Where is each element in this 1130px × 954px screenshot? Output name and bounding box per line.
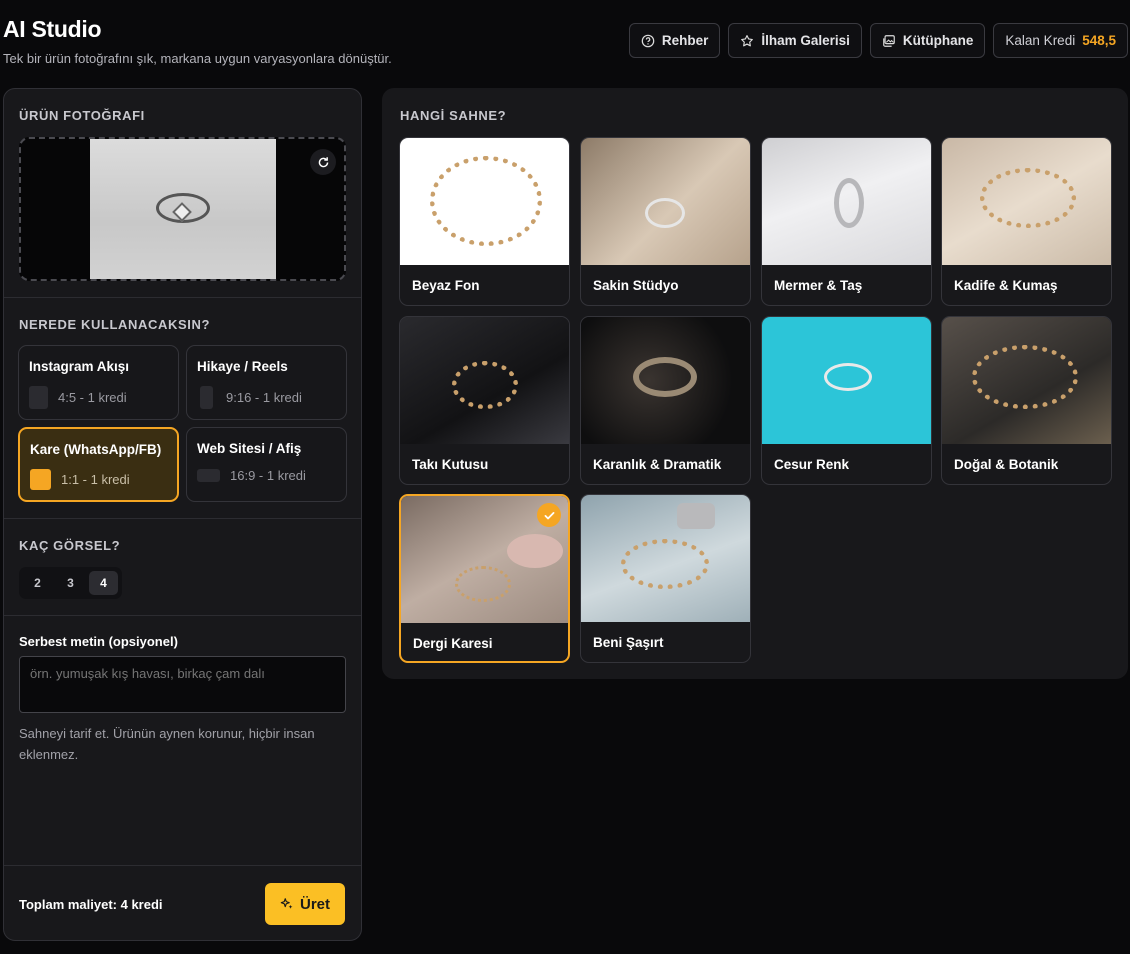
usage-option-meta: 4:5 - 1 kredi bbox=[58, 390, 127, 405]
scene-panel: HANGİ SAHNE? Beyaz Fon Sakin Stüdyo Merm… bbox=[382, 88, 1128, 679]
count-option-4[interactable]: 4 bbox=[89, 571, 118, 595]
scene-card-dark-dramatic[interactable]: Karanlık & Dramatik bbox=[580, 316, 751, 485]
usage-option-website[interactable]: Web Sitesi / Afiş 16:9 - 1 kredi bbox=[186, 427, 347, 502]
total-cost: Toplam maliyet: 4 kredi bbox=[19, 897, 163, 912]
scene-thumbnail bbox=[400, 317, 569, 444]
inspiration-gallery-button[interactable]: İlham Galerisi bbox=[728, 23, 862, 58]
guide-label: Rehber bbox=[661, 33, 709, 48]
photo-section: ÜRÜN FOTOĞRAFI bbox=[4, 89, 361, 298]
generate-button[interactable]: Üret bbox=[265, 883, 345, 925]
ratio-icon bbox=[30, 469, 51, 490]
selected-check-icon bbox=[537, 503, 561, 527]
scene-thumbnail bbox=[581, 317, 750, 444]
images-icon bbox=[883, 34, 895, 47]
ratio-icon bbox=[29, 386, 48, 409]
page-subtitle: Tek bir ürün fotoğrafını şık, markana uy… bbox=[3, 51, 392, 66]
usage-option-story[interactable]: Hikaye / Reels 9:16 - 1 kredi bbox=[186, 345, 347, 420]
generate-label: Üret bbox=[299, 895, 330, 913]
usage-option-name: Instagram Akışı bbox=[29, 359, 130, 374]
image-count-selector: 2 3 4 bbox=[19, 567, 122, 599]
scene-thumbnail bbox=[400, 138, 569, 265]
scene-card-surprise-me[interactable]: Beni Şaşırt bbox=[580, 494, 751, 663]
usage-option-meta: 9:16 - 1 kredi bbox=[226, 390, 302, 405]
ratio-icon bbox=[200, 386, 213, 409]
scene-name: Sakin Stüdyo bbox=[593, 278, 679, 293]
settings-panel: ÜRÜN FOTOĞRAFI NEREDE KULLANACAKSIN? Ins… bbox=[3, 88, 362, 941]
replace-photo-button[interactable] bbox=[310, 149, 336, 175]
scene-name: Karanlık & Dramatik bbox=[593, 457, 722, 472]
scene-thumbnail bbox=[762, 317, 931, 444]
help-circle-icon bbox=[641, 34, 655, 47]
scene-card-marble-stone[interactable]: Mermer & Taş bbox=[761, 137, 932, 306]
count-option-3[interactable]: 3 bbox=[56, 571, 85, 595]
scene-card-jewelry-box[interactable]: Takı Kutusu bbox=[399, 316, 570, 485]
scene-thumbnail bbox=[762, 138, 931, 265]
scene-name: Beni Şaşırt bbox=[593, 635, 664, 650]
scene-name: Beyaz Fon bbox=[412, 278, 480, 293]
library-label: Kütüphane bbox=[902, 33, 974, 48]
scene-name: Cesur Renk bbox=[774, 457, 850, 472]
scene-thumbnail bbox=[942, 138, 1111, 265]
credit-label: Kalan Kredi bbox=[1005, 33, 1076, 48]
scene-card-natural-botanical[interactable]: Doğal & Botanik bbox=[941, 316, 1112, 485]
scene-name: Takı Kutusu bbox=[412, 457, 489, 472]
count-option-2[interactable]: 2 bbox=[23, 571, 52, 595]
usage-option-instagram[interactable]: Instagram Akışı 4:5 - 1 kredi bbox=[18, 345, 179, 420]
refresh-icon bbox=[318, 156, 328, 167]
scene-card-calm-studio[interactable]: Sakin Stüdyo bbox=[580, 137, 751, 306]
scene-card-magazine-square[interactable]: Dergi Karesi bbox=[399, 494, 570, 663]
usage-option-meta: 16:9 - 1 kredi bbox=[230, 468, 306, 483]
scene-name: Doğal & Botanik bbox=[954, 457, 1059, 472]
product-photo bbox=[90, 139, 276, 279]
photo-section-label: ÜRÜN FOTOĞRAFI bbox=[19, 108, 145, 123]
credit-value: 548,5 bbox=[1082, 33, 1116, 48]
scene-card-velvet-fabric[interactable]: Kadife & Kumaş bbox=[941, 137, 1112, 306]
header-actions: Rehber İlham Galerisi Kütüphane Kalan Kr… bbox=[628, 23, 1128, 58]
usage-option-name: Hikaye / Reels bbox=[197, 359, 288, 374]
scene-name: Dergi Karesi bbox=[413, 636, 493, 651]
free-text-hint: Sahneyi tarif et. Ürünün aynen korunur, … bbox=[19, 726, 315, 762]
scene-card-bold-color[interactable]: Cesur Renk bbox=[761, 316, 932, 485]
scene-thumbnail bbox=[942, 317, 1111, 444]
sparkles-icon bbox=[280, 898, 293, 909]
credit-badge: Kalan Kredi 548,5 bbox=[993, 23, 1128, 58]
scene-name: Kadife & Kumaş bbox=[954, 278, 1058, 293]
usage-options: Instagram Akışı 4:5 - 1 kredi Hikaye / R… bbox=[18, 345, 347, 502]
scene-thumbnail bbox=[581, 138, 750, 265]
scene-card-white-background[interactable]: Beyaz Fon bbox=[399, 137, 570, 306]
usage-section-label: NEREDE KULLANACAKSIN? bbox=[19, 317, 210, 332]
library-button[interactable]: Kütüphane bbox=[869, 23, 986, 58]
guide-button[interactable]: Rehber bbox=[628, 23, 721, 58]
product-photo-dropzone[interactable] bbox=[19, 137, 346, 281]
usage-option-meta: 1:1 - 1 kredi bbox=[61, 472, 130, 487]
free-text-input[interactable] bbox=[19, 656, 346, 713]
free-text-label: Serbest metin (opsiyonel) bbox=[19, 634, 178, 649]
scene-name: Mermer & Taş bbox=[774, 278, 863, 293]
count-section-label: KAÇ GÖRSEL? bbox=[19, 538, 121, 553]
scene-thumbnail bbox=[581, 495, 750, 622]
usage-option-square[interactable]: Kare (WhatsApp/FB) 1:1 - 1 kredi bbox=[18, 427, 179, 502]
page-title: AI Studio bbox=[3, 16, 102, 42]
scene-section-label: HANGİ SAHNE? bbox=[400, 108, 507, 123]
inspiration-gallery-label: İlham Galerisi bbox=[761, 33, 850, 48]
usage-option-name: Kare (WhatsApp/FB) bbox=[30, 442, 162, 457]
usage-option-name: Web Sitesi / Afiş bbox=[197, 441, 302, 456]
star-icon bbox=[741, 34, 754, 46]
ratio-icon bbox=[197, 469, 220, 482]
panel-footer: Toplam maliyet: 4 kredi Üret bbox=[4, 865, 361, 940]
